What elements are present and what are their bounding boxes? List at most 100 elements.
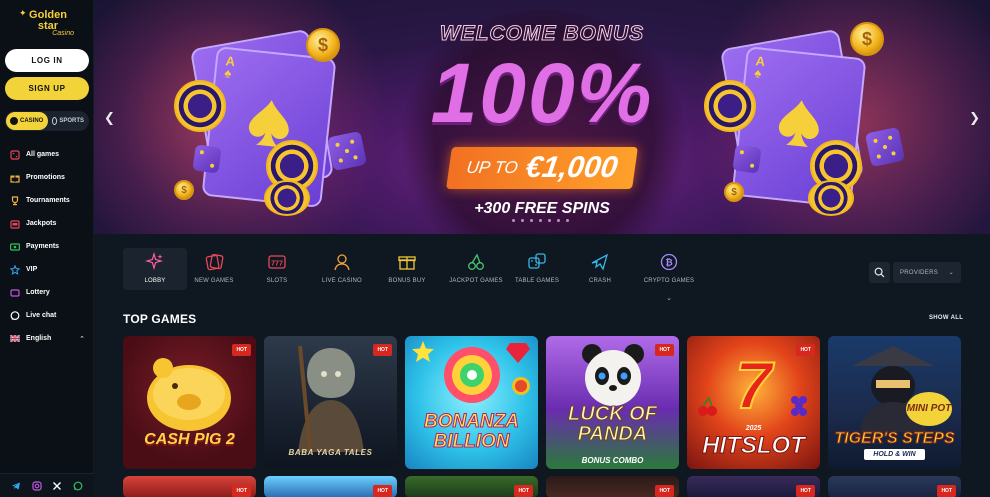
table-games-icon [528,253,546,269]
sidebar-item-label: Promotions [26,174,65,181]
apple-icon [512,377,530,395]
login-button[interactable]: LOG IN [5,49,89,72]
chevron-down-icon: ⌄ [948,270,954,276]
cherry-icon [698,396,717,416]
search-button[interactable] [869,262,890,283]
category-bonus-buy[interactable]: BONUS BUY [375,248,439,290]
tab-casino[interactable]: CASINO [6,112,48,130]
category-slots[interactable]: 777 SLOTS [245,248,309,290]
piggy-bank-icon [147,358,231,431]
category-table-games[interactable]: TABLE GAMES [505,248,569,290]
game-tile[interactable]: HOT [546,476,679,497]
dollar-coin-icon: $ [724,182,744,202]
show-all-link[interactable]: SHOW ALL [929,315,963,321]
dice-icon [192,144,222,174]
banner-next-arrow-icon[interactable]: ❯ [969,110,980,126]
game-tile-baba-yaga-tales[interactable]: BABA YAGA TALES HOT [264,336,397,469]
banner-pagination [512,219,569,222]
live-dealer-icon [334,254,350,271]
game-year: 2025 [745,425,762,432]
section-title: TOP GAMES [123,312,197,326]
bonus-buy-icon [398,256,416,270]
game-tile-hitslot[interactable]: 7 2025 HITSLOT HOT [687,336,820,469]
category-live-casino[interactable]: LIVE CASINO [310,248,374,290]
banner-free-spins: +300 FREE SPINS [474,200,610,217]
sidebar-item-vip[interactable]: VIP [0,258,94,281]
hot-badge: HOT [796,344,815,356]
hot-badge: HOT [655,485,674,497]
banner-upto-amount: €1,000 [523,151,620,184]
banner-prev-arrow-icon[interactable]: ❮ [104,110,115,126]
trophy-icon [11,195,19,205]
providers-dropdown[interactable]: PROVIDERS ⌄ [893,262,961,283]
instagram-icon[interactable] [32,480,42,491]
whatsapp-icon[interactable] [73,481,83,491]
logo[interactable]: ✦ Golden star Casino [19,8,74,44]
x-icon[interactable] [52,481,62,491]
game-title: TIGER'S STEPS [834,430,955,448]
pagination-dot[interactable] [521,219,524,222]
promo-banner[interactable]: A ♠ $ $ A ♠ $ $ WELCOME BONUS 100% UP TO €… [94,0,990,234]
game-tile[interactable]: HOT [687,476,820,497]
sidebar-item-lottery[interactable]: Lottery [0,281,94,304]
category-label: LOBBY [144,278,166,284]
signup-button[interactable]: SIGN UP [5,77,89,100]
game-tile-cash-pig-2[interactable]: CASH PIG 2 HOT [123,336,256,469]
tab-sports[interactable]: SPORTS [48,112,88,130]
hot-badge: HOT [232,344,251,356]
pagination-dot[interactable] [557,219,560,222]
sidebar-nav: All games Promotions Tournaments Jackpot… [0,143,94,350]
sidebar-item-tournaments[interactable]: Tournaments [0,189,94,212]
game-title: CASH PIG 2 [144,431,235,448]
dollar-coin-icon: $ [174,180,194,200]
category-label: TABLE GAMES [514,278,560,284]
sidebar-item-promotions[interactable]: Promotions [0,166,94,189]
pagination-dot[interactable] [539,219,542,222]
game-title: HITSLOT [702,432,806,460]
crypto-icon: ₿ [660,253,678,271]
game-tile[interactable]: HOT [828,476,961,497]
telegram-icon[interactable] [11,481,21,491]
language-selector[interactable]: English ⌃ [0,327,94,350]
sidebar-item-label: Jackpots [26,220,57,227]
language-label: English [26,335,52,342]
game-tile-bonanza-billion[interactable]: BONANZA BILLION [405,336,538,469]
category-jackpot-games[interactable]: JACKPOT GAMES [444,248,508,290]
sidebar-item-all-games[interactable]: All games [0,143,94,166]
category-new-games[interactable]: NEW GAMES [182,248,246,290]
game-tile[interactable]: HOT [123,476,256,497]
sidebar-item-live-chat[interactable]: Live chat [0,304,94,327]
new-games-icon [205,253,224,271]
sidebar-item-payments[interactable]: Payments [0,235,94,258]
pagination-dot[interactable] [548,219,551,222]
category-label: LIVE CASINO [322,278,362,284]
witch-character-icon [298,345,364,452]
jackpot-icon [10,219,20,229]
category-bar: LOBBY NEW GAMES 777 SLOTS LIVE CASINO BO… [94,234,990,304]
pagination-dot[interactable] [530,219,533,222]
game-tile[interactable]: HOT [405,476,538,497]
sidebar-item-label: Lottery [26,289,50,296]
hot-badge: HOT [232,485,251,497]
sidebar-item-label: All games [26,151,60,158]
sidebar-item-label: Tournaments [26,197,70,204]
svg-text:777: 777 [271,261,283,268]
hot-badge: HOT [373,344,392,356]
category-crash[interactable]: CRASH [568,248,632,290]
banner-upto-prefix: UP TO [465,158,520,177]
panda-face-icon [582,344,644,406]
game-tile-luck-of-panda[interactable]: LUCK OF PANDA BONUS COMBO HOT [546,336,679,469]
category-crypto-games[interactable]: ₿ CRYPTO GAMES ⌄ [637,248,701,302]
gift-icon [10,174,20,183]
chevron-down-icon[interactable]: ⌄ [637,294,701,302]
casino-icon [10,117,18,125]
category-lobby[interactable]: LOBBY [123,248,187,290]
category-label: NEW GAMES [194,278,234,284]
game-tile[interactable]: HOT [264,476,397,497]
pagination-dot[interactable] [566,219,569,222]
game-tile-tigers-steps[interactable]: MINI POT TIGER'S STEPS HOLD & WIN [828,336,961,469]
plane-icon [591,253,609,271]
sidebar-item-jackpots[interactable]: Jackpots [0,212,94,235]
game-subtitle: BONUS COMBO [581,456,644,465]
pagination-dot[interactable] [512,219,515,222]
